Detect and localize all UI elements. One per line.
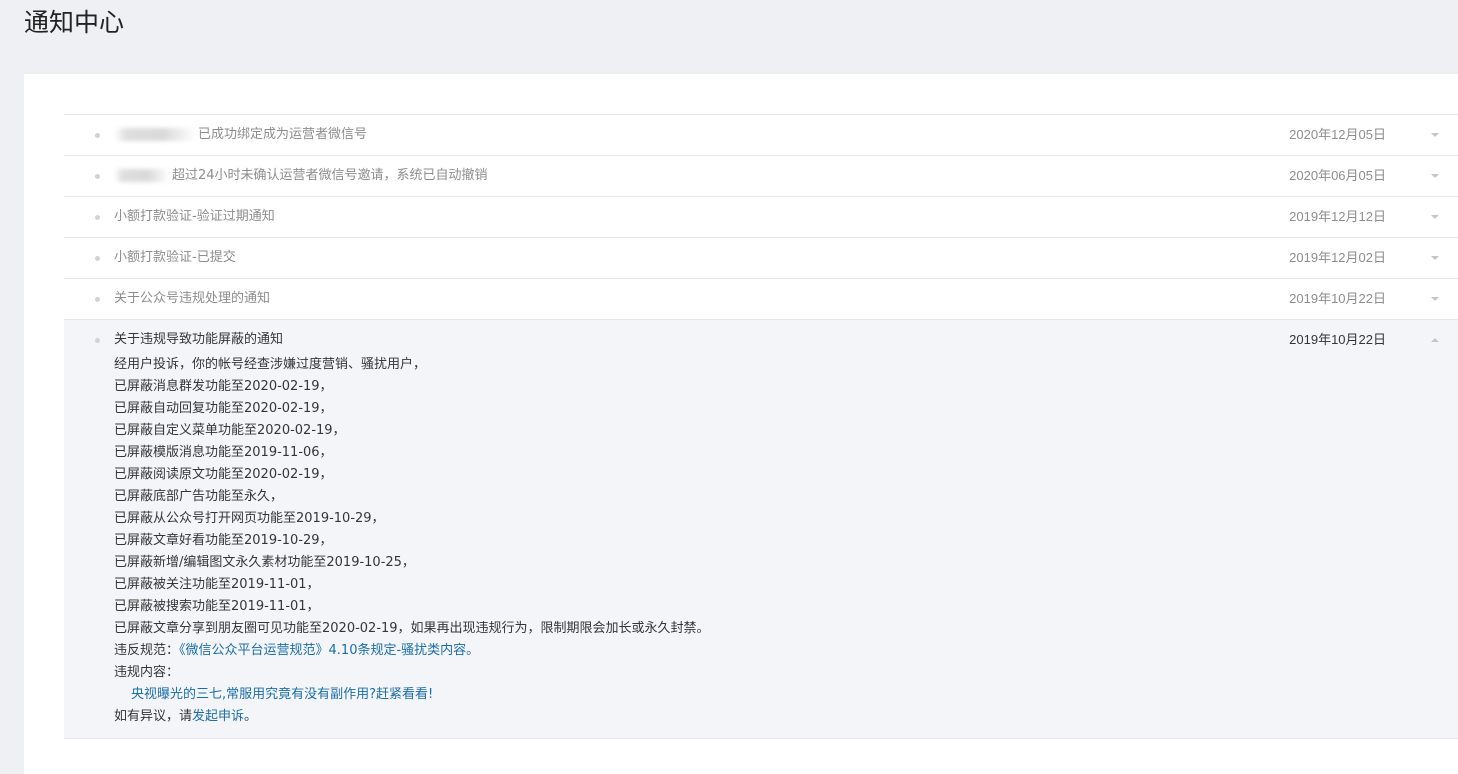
redacted-mask: [114, 169, 170, 182]
bullet-dot-icon: [95, 215, 100, 220]
notice-title: 关于违规导致功能屏蔽的通知: [114, 332, 284, 347]
content-label: 违规内容：: [114, 665, 180, 680]
content-line: 已屏蔽从公众号打开网页功能至2019-10-29，: [114, 511, 385, 526]
notice-date: 2019年12月12日: [1289, 209, 1386, 224]
appeal-prefix: 如有异议，请: [114, 709, 193, 724]
notice-row-4[interactable]: 小额打款验证-已提交 2019年12月02日: [64, 238, 1458, 279]
notice-date: 2020年12月05日: [1289, 127, 1386, 142]
notice-row-3[interactable]: 小额打款验证-验证过期通知 2019年12月12日: [64, 197, 1458, 238]
notice-title: 关于公众号违规处理的通知: [114, 291, 271, 306]
content-line: 已屏蔽底部广告功能至永久，: [114, 489, 284, 504]
content-line: 已屏蔽自动回复功能至2020-02-19，: [114, 401, 333, 416]
expanded-notice-header[interactable]: 关于违规导致功能屏蔽的通知 2019年10月22日: [64, 320, 1458, 360]
bullet-dot-icon: [95, 133, 100, 138]
notice-date: 2019年10月22日: [1289, 291, 1386, 306]
content-line: 已屏蔽文章分享到朋友圈可见功能至2020-02-19，如果再出现违规行为，限制期…: [114, 621, 710, 636]
appeal-suffix: 。: [244, 709, 258, 724]
content-line: 已屏蔽被搜索功能至2019-11-01，: [114, 599, 320, 614]
notice-row-2[interactable]: 超过24小时未确认运营者微信号邀请，系统已自动撤销 2020年06月05日: [64, 156, 1458, 197]
chevron-down-icon[interactable]: [1431, 256, 1439, 260]
notice-date: 2019年12月02日: [1289, 250, 1386, 265]
content-line: 已屏蔽模版消息功能至2019-11-06，: [114, 445, 333, 460]
notice-date: 2020年06月05日: [1289, 168, 1386, 183]
notice-title: 小额打款验证-已提交: [114, 250, 236, 265]
content-line: 已屏蔽文章好看功能至2019-10-29，: [114, 533, 333, 548]
notice-content: 经用户投诉，你的帐号经查涉嫌过度营销、骚扰用户， 已屏蔽消息群发功能至2020-…: [64, 354, 1458, 728]
chevron-down-icon[interactable]: [1431, 133, 1439, 137]
bullet-dot-icon: [95, 297, 100, 302]
rule-line: 违反规范：《微信公众平台运营规范》4.10条规定-骚扰类内容。: [114, 640, 1458, 662]
content-line: 已屏蔽新增/编辑图文永久素材功能至2019-10-25，: [114, 555, 415, 570]
appeal-link[interactable]: 发起申诉: [192, 709, 244, 724]
rule-prefix: 违反规范：: [114, 643, 180, 658]
notice-row-1[interactable]: 已成功绑定成为运营者微信号 2020年12月05日: [64, 115, 1458, 156]
chevron-up-icon[interactable]: [1431, 338, 1439, 342]
violation-content-line: 央视曝光的三七,常服用究竟有没有副作用?赶紧看看!: [114, 684, 1458, 706]
notice-row-5[interactable]: 关于公众号违规处理的通知 2019年10月22日: [64, 279, 1458, 320]
redacted-mask: [114, 128, 196, 141]
appeal-line: 如有异议，请发起申诉。: [114, 706, 1458, 728]
notice-list: 已成功绑定成为运营者微信号 2020年12月05日 超过24小时未确认运营者微信…: [64, 114, 1458, 739]
notice-title: 超过24小时未确认运营者微信号邀请，系统已自动撤销: [114, 156, 488, 196]
bullet-dot-icon: [95, 174, 100, 179]
violation-content-link[interactable]: 央视曝光的三七,常服用究竟有没有副作用?赶紧看看!: [131, 687, 433, 702]
chevron-down-icon[interactable]: [1431, 174, 1439, 178]
content-line: 已屏蔽消息群发功能至2020-02-19，: [114, 379, 333, 394]
notice-date: 2019年10月22日: [1289, 332, 1386, 347]
chevron-down-icon[interactable]: [1431, 297, 1439, 301]
notice-title: 小额打款验证-验证过期通知: [114, 209, 275, 224]
bullet-dot-icon: [95, 256, 100, 261]
content-line: 已屏蔽被关注功能至2019-11-01，: [114, 577, 320, 592]
bullet-dot-icon: [95, 338, 100, 343]
content-line: 已屏蔽阅读原文功能至2020-02-19，: [114, 467, 333, 482]
notice-title: 已成功绑定成为运营者微信号: [114, 115, 367, 155]
chevron-down-icon[interactable]: [1431, 215, 1439, 219]
notice-panel: 已成功绑定成为运营者微信号 2020年12月05日 超过24小时未确认运营者微信…: [24, 74, 1458, 774]
page-title: 通知中心: [24, 8, 125, 37]
notice-row-expanded: 关于违规导致功能屏蔽的通知 2019年10月22日 经用户投诉，你的帐号经查涉嫌…: [64, 320, 1458, 739]
rule-link[interactable]: 《微信公众平台运营规范》4.10条规定-骚扰类内容。: [179, 643, 479, 658]
content-line: 已屏蔽自定义菜单功能至2020-02-19，: [114, 423, 346, 438]
